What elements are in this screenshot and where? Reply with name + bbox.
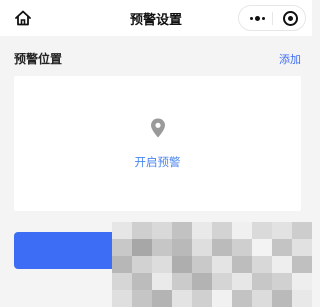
section-title: 预警位置	[14, 52, 63, 66]
navigation-bar: 预警设置	[0, 0, 312, 36]
page: 预警设置 预警位置 添加 开启预警	[0, 0, 312, 307]
capsule-divider	[272, 12, 273, 25]
location-pin-icon	[151, 118, 165, 138]
enable-warning-link[interactable]: 开启预警	[14, 154, 301, 170]
more-dots-icon[interactable]	[248, 10, 266, 27]
pixelated-overlay	[112, 222, 312, 307]
target-close-icon[interactable]	[283, 11, 298, 26]
add-location-link[interactable]: 添加	[279, 51, 301, 67]
warning-location-card: 开启预警	[14, 76, 301, 211]
mini-program-capsule	[238, 5, 306, 31]
